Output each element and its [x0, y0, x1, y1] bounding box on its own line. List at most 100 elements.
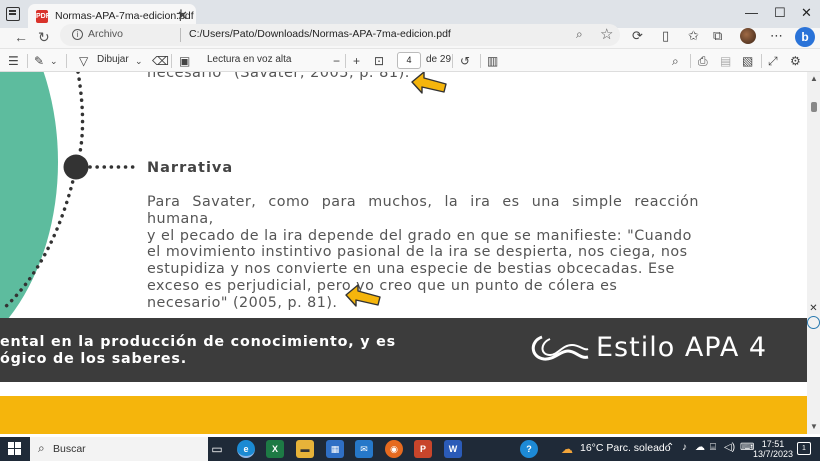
highlight-dropdown-icon[interactable]: ⌄ — [50, 53, 58, 69]
pdf-toolbar: ☰ ✎ ⌄ ▽ Dibujar ⌄ ⌫ ▣ Lectura en voz alt… — [0, 48, 820, 72]
maximize-icon[interactable]: ☐ — [774, 4, 786, 22]
task-view-icon[interactable]: ▭ — [208, 440, 226, 458]
yellow-banner — [0, 396, 807, 434]
paragraph-line: y el pecado de la ira depende del grado … — [147, 227, 692, 244]
bing-copilot-icon[interactable]: b — [795, 27, 815, 47]
vertical-scrollbar[interactable]: ▲ ▼ — [807, 72, 820, 434]
previous-citation-text: necesario" (Savater, 2005, p. 81). — [147, 72, 410, 81]
windows-start-icon[interactable] — [8, 442, 22, 456]
fullscreen-icon[interactable]: ⤢ — [768, 53, 778, 69]
network-icon[interactable]: ⌸ — [710, 442, 716, 453]
footer-band-text: ental en la producción de conocimiento, … — [0, 334, 396, 368]
scroll-up-icon[interactable]: ▲ — [810, 74, 818, 83]
pdf-settings-icon[interactable]: ⚙ — [790, 53, 801, 69]
apa-logo-icon — [531, 335, 589, 361]
toolbar-separator — [761, 54, 762, 68]
url-text[interactable]: C:/Users/Pato/Downloads/Normas-APA-7ma-e… — [189, 28, 451, 40]
help-icon[interactable]: ? — [520, 440, 538, 458]
pdf-file-icon: PDF — [36, 9, 50, 23]
weather-icon: ☁ — [561, 442, 573, 456]
scrollbar-thumb[interactable] — [811, 102, 817, 112]
print-icon[interactable]: ⎙ — [698, 53, 708, 69]
firefox-icon[interactable]: ◉ — [385, 440, 403, 458]
clock-date: 13/7/2023 — [753, 449, 794, 459]
notifications-icon[interactable]: 1 — [797, 442, 811, 455]
taskbar-search-label: Buscar — [53, 443, 86, 455]
table-of-contents-icon[interactable]: ☰ — [8, 53, 19, 69]
brand-logo: Estilo APA 4 — [528, 332, 767, 363]
weather-text[interactable]: 16°C Parc. soleado — [580, 442, 671, 454]
favorite-star-icon[interactable]: ☆ — [600, 25, 613, 43]
footer-band-line: ental en la producción de conocimiento, … — [0, 334, 396, 350]
more-options-icon[interactable]: ⋯ — [770, 28, 783, 44]
paragraph-line: el movimiento instintivo pasional de la … — [147, 244, 688, 261]
sidebar-settings-icon[interactable] — [807, 316, 820, 329]
search-icon: ⌕ — [38, 441, 45, 455]
narrative-paragraph: Para Savater, como para muchos, la ira e… — [147, 194, 699, 312]
toolbar-separator — [345, 54, 346, 68]
paragraph-line: necesario" (2005, p. 81). — [147, 294, 338, 311]
mail-icon[interactable]: ✉ — [355, 440, 373, 458]
brand-title: Estilo APA 4 — [596, 332, 768, 363]
volume-icon[interactable]: ◁) — [724, 442, 735, 453]
save-icon[interactable]: ▤ — [720, 53, 731, 69]
arrow-pointer-icon — [345, 284, 381, 307]
fit-page-icon[interactable]: ⊡ — [374, 53, 384, 69]
toolbar-separator — [171, 54, 172, 68]
rotate-icon[interactable]: ↺ — [460, 53, 470, 69]
arrow-pointer-icon — [411, 72, 447, 94]
paragraph-line: estupidiza y nos convierte en una especi… — [147, 261, 675, 278]
search-icon[interactable]: ⌕ — [672, 53, 679, 69]
new-tab-icon[interactable]: + — [176, 5, 186, 23]
onedrive-icon[interactable]: ☁ — [695, 442, 705, 453]
scroll-down-icon[interactable]: ▼ — [810, 422, 818, 431]
highlight-icon[interactable]: ✎ — [34, 53, 44, 69]
microphone-icon[interactable]: ♪ — [682, 442, 687, 453]
page-view-icon[interactable]: ▥ — [487, 53, 498, 69]
zoom-in-icon[interactable]: + — [353, 53, 360, 69]
file-explorer-icon[interactable]: ▬ — [296, 440, 314, 458]
tab-title: Normas-APA-7ma-edicion.pdf — [55, 10, 194, 22]
edge-browser-icon[interactable]: e — [237, 440, 255, 458]
address-bar[interactable]: i Archivo C:/Users/Pato/Downloads/Normas… — [60, 24, 620, 46]
draw-dropdown-icon[interactable]: ⌄ — [135, 53, 143, 69]
close-window-icon[interactable]: ✕ — [801, 4, 812, 22]
extensions-icon[interactable]: ⟳ — [632, 28, 643, 44]
split-screen-icon[interactable]: ▯ — [662, 28, 669, 44]
powerpoint-icon[interactable]: P — [414, 440, 432, 458]
collections-icon[interactable]: ⧉ — [713, 28, 722, 44]
taskbar: ⌕ Buscar ▭ e X ▬ ▦ ✉ ◉ P W ? ☁ 16°C Parc… — [0, 437, 820, 461]
draw-icon[interactable]: ▽ — [79, 53, 88, 69]
clock-time: 17:51 — [761, 439, 785, 449]
read-aloud-button[interactable]: Lectura en voz alta — [207, 54, 292, 65]
back-icon[interactable]: ← — [14, 28, 28, 46]
favorites-icon[interactable]: ✩ — [688, 28, 699, 44]
zoom-icon[interactable]: ⌕ — [576, 27, 583, 42]
pdf-page[interactable]: necesario" (Savater, 2005, p. 81). Narra… — [0, 72, 807, 434]
address-scheme-label: Archivo — [88, 28, 124, 40]
zoom-out-icon[interactable]: − — [333, 53, 340, 69]
draw-button[interactable]: Dibujar — [97, 54, 129, 65]
window-menu-icon[interactable] — [6, 7, 20, 21]
eraser-icon[interactable]: ⌫ — [152, 53, 169, 69]
reading-view-icon[interactable]: ▣ — [179, 53, 190, 69]
toolbar-separator — [66, 54, 67, 68]
sidebar-close-icon[interactable]: ✕ — [807, 302, 820, 315]
refresh-icon[interactable]: ↻ — [38, 28, 50, 46]
save-as-icon[interactable]: ▧ — [742, 53, 753, 69]
info-icon[interactable]: i — [72, 29, 83, 40]
show-hidden-icons-icon[interactable]: ⌃ — [666, 442, 674, 453]
taskbar-search[interactable]: ⌕ Buscar — [30, 437, 208, 461]
paragraph-line: exceso es perjudicial, pero yo creo que … — [147, 277, 618, 294]
microsoft-store-icon[interactable]: ▦ — [326, 440, 344, 458]
page-number-input[interactable]: 4 — [397, 52, 421, 69]
profile-avatar[interactable] — [740, 28, 756, 44]
minimize-icon[interactable]: — — [745, 4, 758, 22]
excel-icon[interactable]: X — [266, 440, 284, 458]
toolbar-separator — [480, 54, 481, 68]
address-separator — [180, 28, 181, 42]
word-icon[interactable]: W — [444, 440, 462, 458]
paragraph-line: Para Savater, como para muchos, la ira e… — [147, 194, 699, 227]
clock[interactable]: 17:51 13/7/2023 — [753, 439, 793, 459]
section-heading: Narrativa — [147, 160, 234, 176]
